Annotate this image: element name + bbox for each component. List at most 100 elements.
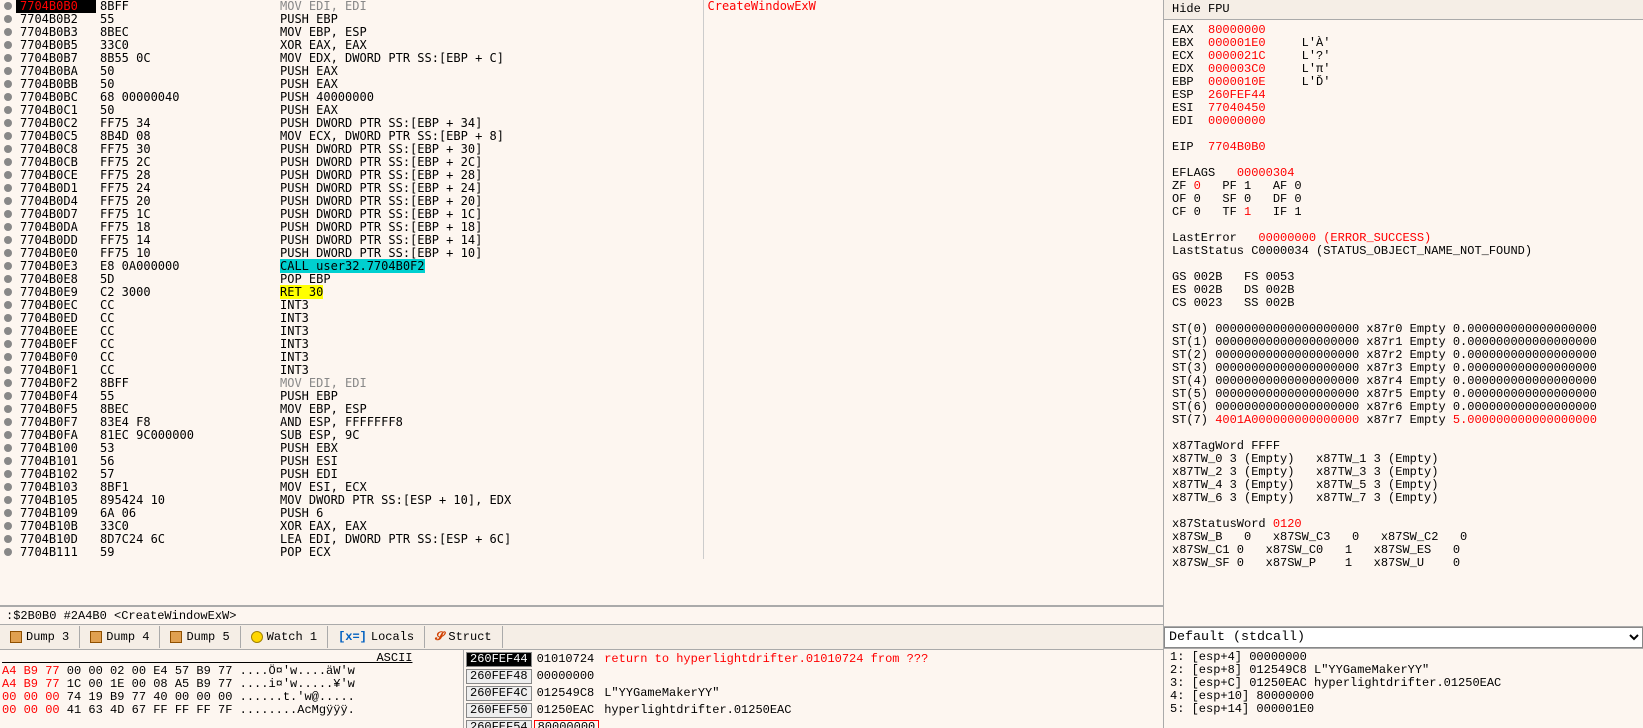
calling-convention-select[interactable]: Default (stdcall) bbox=[1164, 626, 1643, 648]
disasm-row[interactable]: 7704B10053PUSH EBX bbox=[0, 442, 1163, 455]
breakpoint-dot-icon[interactable] bbox=[4, 483, 12, 491]
disasm-row[interactable]: 7704B0EECCINT3 bbox=[0, 325, 1163, 338]
stack-row[interactable]: 260FEF4401010724return to hyperlightdrif… bbox=[466, 652, 931, 667]
tab-locals[interactable]: [x=]Locals bbox=[328, 626, 425, 648]
breakpoint-dot-icon[interactable] bbox=[4, 106, 12, 114]
breakpoint-dot-icon[interactable] bbox=[4, 158, 12, 166]
hide-fpu-toggle[interactable]: Hide FPU bbox=[1164, 0, 1643, 20]
breakpoint-dot-icon[interactable] bbox=[4, 171, 12, 179]
disasm-row[interactable]: 7704B0B255PUSH EBP bbox=[0, 13, 1163, 26]
stack-row[interactable]: 260FEF5480000000 bbox=[466, 720, 931, 728]
breakpoint-dot-icon[interactable] bbox=[4, 54, 12, 62]
disasm-row[interactable]: 7704B0CEFF75 28PUSH DWORD PTR SS:[EBP + … bbox=[0, 169, 1163, 182]
disasm-row[interactable]: 7704B0F1CCINT3 bbox=[0, 364, 1163, 377]
disasm-row[interactable]: 7704B0F455PUSH EBP bbox=[0, 390, 1163, 403]
disasm-row[interactable]: 7704B0F28BFFMOV EDI, EDI bbox=[0, 377, 1163, 390]
disasm-row[interactable]: 7704B0B38BECMOV EBP, ESP bbox=[0, 26, 1163, 39]
breakpoint-dot-icon[interactable] bbox=[4, 548, 12, 556]
breakpoint-dot-icon[interactable] bbox=[4, 210, 12, 218]
disasm-row[interactable]: 7704B0EDCCINT3 bbox=[0, 312, 1163, 325]
disasm-row[interactable]: 7704B0DDFF75 14PUSH DWORD PTR SS:[EBP + … bbox=[0, 234, 1163, 247]
breakpoint-dot-icon[interactable] bbox=[4, 145, 12, 153]
stack-view[interactable]: 260FEF4401010724return to hyperlightdrif… bbox=[463, 650, 1163, 728]
breakpoint-dot-icon[interactable] bbox=[4, 327, 12, 335]
breakpoint-dot-icon[interactable] bbox=[4, 392, 12, 400]
hex-dump[interactable]: ASCII A4 B9 77 00 00 02 00 E4 57 B9 77 .… bbox=[0, 650, 414, 728]
disasm-row[interactable]: 7704B0E85DPOP EBP bbox=[0, 273, 1163, 286]
breakpoint-dot-icon[interactable] bbox=[4, 535, 12, 543]
stack-row[interactable]: 260FEF4800000000 bbox=[466, 669, 931, 684]
disasm-row[interactable]: 7704B0C8FF75 30PUSH DWORD PTR SS:[EBP + … bbox=[0, 143, 1163, 156]
breakpoint-dot-icon[interactable] bbox=[4, 15, 12, 23]
breakpoint-dot-icon[interactable] bbox=[4, 262, 12, 270]
breakpoint-dot-icon[interactable] bbox=[4, 314, 12, 322]
breakpoint-dot-icon[interactable] bbox=[4, 119, 12, 127]
disasm-row[interactable]: 7704B0F0CCINT3 bbox=[0, 351, 1163, 364]
registers-view[interactable]: EAX 80000000 EBX 000001E0 L'À' ECX 00000… bbox=[1164, 20, 1643, 626]
stack-row[interactable]: 260FEF4C012549C8L"YYGameMakerYY" bbox=[466, 686, 931, 701]
breakpoint-dot-icon[interactable] bbox=[4, 353, 12, 361]
breakpoint-dot-icon[interactable] bbox=[4, 197, 12, 205]
tab-watch-1[interactable]: Watch 1 bbox=[241, 626, 328, 648]
disasm-row[interactable]: 7704B105895424 10MOV DWORD PTR SS:[ESP +… bbox=[0, 494, 1163, 507]
disasm-row[interactable]: 7704B10257PUSH EDI bbox=[0, 468, 1163, 481]
breakpoint-dot-icon[interactable] bbox=[4, 41, 12, 49]
disasm-row[interactable]: 7704B1096A 06PUSH 6 bbox=[0, 507, 1163, 520]
breakpoint-dot-icon[interactable] bbox=[4, 249, 12, 257]
disasm-row[interactable]: 7704B10156PUSH ESI bbox=[0, 455, 1163, 468]
tab-dump-3[interactable]: Dump 3 bbox=[0, 626, 80, 648]
breakpoint-dot-icon[interactable] bbox=[4, 431, 12, 439]
tab-dump-4[interactable]: Dump 4 bbox=[80, 626, 160, 648]
disasm-row[interactable]: 7704B0C150PUSH EAX bbox=[0, 104, 1163, 117]
disasm-row[interactable]: 7704B0E9C2 3000RET 30 bbox=[0, 286, 1163, 299]
stack-row[interactable]: 260FEF5001250EAChyperlightdrifter.01250E… bbox=[466, 703, 931, 718]
disasm-row[interactable]: 7704B0B533C0XOR EAX, EAX bbox=[0, 39, 1163, 52]
breakpoint-dot-icon[interactable] bbox=[4, 522, 12, 530]
disasm-row[interactable]: 7704B11159POP ECX bbox=[0, 546, 1163, 559]
breakpoint-dot-icon[interactable] bbox=[4, 80, 12, 88]
disasm-row[interactable]: 7704B0F58BECMOV EBP, ESP bbox=[0, 403, 1163, 416]
breakpoint-dot-icon[interactable] bbox=[4, 288, 12, 296]
disasm-row[interactable]: 7704B10B33C0XOR EAX, EAX bbox=[0, 520, 1163, 533]
disasm-row[interactable]: 7704B0C2FF75 34PUSH DWORD PTR SS:[EBP + … bbox=[0, 117, 1163, 130]
breakpoint-dot-icon[interactable] bbox=[4, 223, 12, 231]
breakpoint-dot-icon[interactable] bbox=[4, 2, 12, 10]
disasm-row[interactable]: 7704B0EFCCINT3 bbox=[0, 338, 1163, 351]
disasm-row[interactable]: 7704B0CBFF75 2CPUSH DWORD PTR SS:[EBP + … bbox=[0, 156, 1163, 169]
breakpoint-dot-icon[interactable] bbox=[4, 509, 12, 517]
disasm-row[interactable]: 7704B0DAFF75 18PUSH DWORD PTR SS:[EBP + … bbox=[0, 221, 1163, 234]
breakpoint-dot-icon[interactable] bbox=[4, 67, 12, 75]
breakpoint-dot-icon[interactable] bbox=[4, 28, 12, 36]
disasm-row[interactable]: 7704B10D8D7C24 6CLEA EDI, DWORD PTR SS:[… bbox=[0, 533, 1163, 546]
breakpoint-dot-icon[interactable] bbox=[4, 236, 12, 244]
disassembly-view[interactable]: 7704B0B08BFFMOV EDI, EDICreateWindowExW7… bbox=[0, 0, 1163, 605]
breakpoint-dot-icon[interactable] bbox=[4, 457, 12, 465]
disasm-row[interactable]: 7704B0D7FF75 1CPUSH DWORD PTR SS:[EBP + … bbox=[0, 208, 1163, 221]
tab-dump-5[interactable]: Dump 5 bbox=[160, 626, 240, 648]
breakpoint-dot-icon[interactable] bbox=[4, 418, 12, 426]
disasm-row[interactable]: 7704B0B78B55 0CMOV EDX, DWORD PTR SS:[EB… bbox=[0, 52, 1163, 65]
breakpoint-dot-icon[interactable] bbox=[4, 184, 12, 192]
breakpoint-dot-icon[interactable] bbox=[4, 470, 12, 478]
disasm-row[interactable]: 7704B0BC68 00000040PUSH 40000000 bbox=[0, 91, 1163, 104]
disasm-row[interactable]: 7704B0B08BFFMOV EDI, EDICreateWindowExW bbox=[0, 0, 1163, 13]
disasm-row[interactable]: 7704B0FA81EC 9C000000SUB ESP, 9C bbox=[0, 429, 1163, 442]
breakpoint-dot-icon[interactable] bbox=[4, 405, 12, 413]
breakpoint-dot-icon[interactable] bbox=[4, 379, 12, 387]
breakpoint-dot-icon[interactable] bbox=[4, 275, 12, 283]
tab-struct[interactable]: 𝓢Struct bbox=[425, 626, 503, 648]
breakpoint-dot-icon[interactable] bbox=[4, 301, 12, 309]
disasm-row[interactable]: 7704B0C58B4D 08MOV ECX, DWORD PTR SS:[EB… bbox=[0, 130, 1163, 143]
disasm-row[interactable]: 7704B1038BF1MOV ESI, ECX bbox=[0, 481, 1163, 494]
breakpoint-dot-icon[interactable] bbox=[4, 132, 12, 140]
breakpoint-dot-icon[interactable] bbox=[4, 93, 12, 101]
disasm-row[interactable]: 7704B0E3E8 0A000000CALL user32.7704B0F2 bbox=[0, 260, 1163, 273]
breakpoint-dot-icon[interactable] bbox=[4, 340, 12, 348]
disasm-row[interactable]: 7704B0ECCCINT3 bbox=[0, 299, 1163, 312]
breakpoint-dot-icon[interactable] bbox=[4, 366, 12, 374]
breakpoint-dot-icon[interactable] bbox=[4, 496, 12, 504]
disasm-row[interactable]: 7704B0D4FF75 20PUSH DWORD PTR SS:[EBP + … bbox=[0, 195, 1163, 208]
disasm-row[interactable]: 7704B0BA50PUSH EAX bbox=[0, 65, 1163, 78]
disasm-row[interactable]: 7704B0D1FF75 24PUSH DWORD PTR SS:[EBP + … bbox=[0, 182, 1163, 195]
breakpoint-dot-icon[interactable] bbox=[4, 444, 12, 452]
